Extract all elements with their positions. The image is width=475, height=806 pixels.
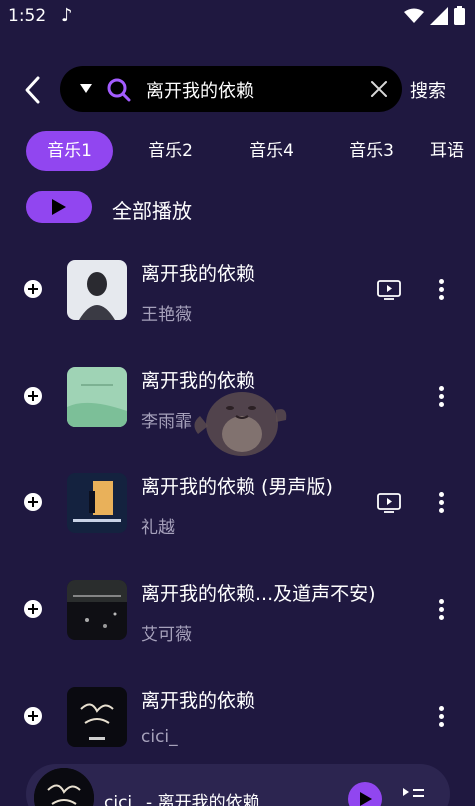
- search-button[interactable]: 搜索: [410, 77, 446, 103]
- music-note-icon: ♪: [61, 5, 73, 26]
- back-button[interactable]: [20, 72, 48, 108]
- play-all-label[interactable]: 全部播放: [112, 195, 192, 224]
- more-options-icon[interactable]: [433, 384, 449, 408]
- song-title: 离开我的依赖 (男声版): [141, 476, 333, 498]
- mini-player-cover: [34, 768, 94, 806]
- playlist-queue-icon[interactable]: [402, 786, 426, 802]
- album-cover: [67, 260, 127, 320]
- category-tabs: 音乐1 音乐2 音乐4 音乐3 耳语: [0, 131, 475, 171]
- song-title: 离开我的依赖...及道声不安): [141, 583, 376, 605]
- status-icons: [404, 6, 465, 25]
- album-cover: [67, 580, 127, 640]
- mini-player[interactable]: cici_ - 离开我的依赖: [26, 764, 450, 806]
- add-icon[interactable]: [24, 387, 42, 405]
- wifi-icon: [404, 8, 424, 23]
- mini-player-play-button[interactable]: [348, 782, 382, 806]
- song-artist: 礼越: [141, 518, 175, 538]
- album-cover: [67, 687, 127, 747]
- play-all-button[interactable]: [26, 191, 92, 223]
- song-artist: 艾可薇: [141, 625, 192, 645]
- mini-player-title: cici_ - 离开我的依赖: [104, 793, 260, 806]
- play-icon: [360, 792, 372, 806]
- add-icon[interactable]: [24, 493, 42, 511]
- song-artist: 李雨霏: [141, 412, 192, 432]
- tab-music3[interactable]: 音乐3: [328, 131, 415, 171]
- clear-icon[interactable]: [370, 80, 388, 98]
- status-bar: 1:52 ♪: [0, 0, 475, 32]
- song-title: 离开我的依赖: [141, 690, 256, 712]
- more-options-icon[interactable]: [433, 277, 449, 301]
- album-cover: [67, 473, 127, 533]
- more-options-icon[interactable]: [433, 490, 449, 514]
- add-icon[interactable]: [24, 600, 42, 618]
- more-options-icon[interactable]: [433, 597, 449, 621]
- album-cover: [67, 367, 127, 427]
- song-artist: cici_: [141, 727, 178, 747]
- dropdown-arrow-icon[interactable]: [80, 82, 92, 94]
- search-box[interactable]: 离开我的依赖: [60, 66, 402, 112]
- tab-music2[interactable]: 音乐2: [127, 131, 214, 171]
- status-time: 1:52: [8, 6, 47, 26]
- search-input[interactable]: 离开我的依赖: [146, 77, 254, 103]
- search-icon: [107, 78, 131, 102]
- tab-music4[interactable]: 音乐4: [228, 131, 315, 171]
- song-artist: 王艳薇: [141, 305, 192, 325]
- mv-icon[interactable]: [377, 493, 401, 513]
- song-row[interactable]: 离开我的依赖...及道声不安) 艾可薇: [0, 575, 475, 665]
- play-icon: [52, 199, 66, 215]
- tab-whisper[interactable]: 耳语: [430, 131, 475, 171]
- tab-music1[interactable]: 音乐1: [26, 131, 113, 171]
- song-row[interactable]: 离开我的依赖 (男声版) 礼越: [0, 468, 475, 558]
- song-row[interactable]: 离开我的依赖 王艳薇: [0, 255, 475, 345]
- song-title: 离开我的依赖: [141, 263, 256, 285]
- battery-icon: [454, 6, 465, 25]
- signal-icon: [430, 6, 448, 25]
- add-icon[interactable]: [24, 707, 42, 725]
- mascot-icon[interactable]: [190, 380, 290, 460]
- add-icon[interactable]: [24, 280, 42, 298]
- mv-icon[interactable]: [377, 280, 401, 300]
- more-options-icon[interactable]: [433, 704, 449, 728]
- song-row[interactable]: 离开我的依赖 cici_: [0, 682, 475, 772]
